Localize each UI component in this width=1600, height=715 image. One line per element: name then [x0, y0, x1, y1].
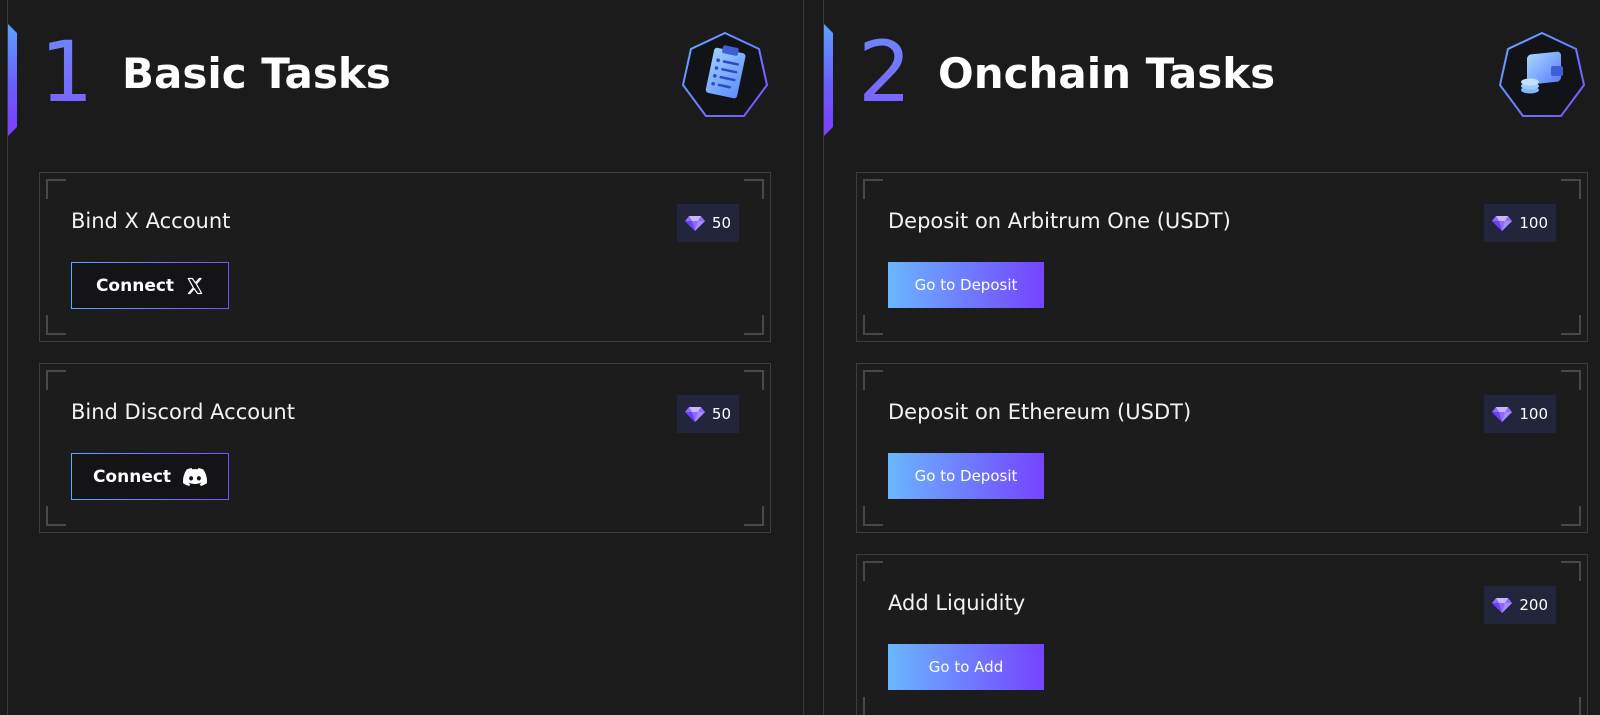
section-title: Basic Tasks	[122, 49, 391, 98]
section-number: 1	[40, 23, 94, 121]
left-edge-divider	[7, 0, 8, 715]
clipboard-checklist-icon	[681, 31, 769, 117]
go-to-deposit-ethereum-button[interactable]: Go to Deposit	[888, 453, 1044, 499]
diamond-gem-icon	[684, 407, 705, 422]
section-title: Onchain Tasks	[938, 49, 1276, 98]
connect-discord-button[interactable]: Connect	[71, 453, 229, 500]
card-corner	[863, 561, 883, 581]
section-number: 2	[858, 23, 912, 121]
task-card-bind-discord: Bind Discord Account 50 Connect	[39, 363, 771, 533]
card-corner	[46, 370, 66, 390]
card-corner	[744, 315, 764, 335]
card-corner	[1561, 506, 1581, 526]
reward-amount: 100	[1519, 405, 1548, 423]
diamond-gem-icon	[684, 216, 705, 231]
card-corner	[46, 506, 66, 526]
section-accent-bar	[824, 24, 833, 136]
card-corner	[46, 179, 66, 199]
card-corner	[863, 697, 883, 715]
reward-badge: 200	[1484, 586, 1556, 624]
card-corner	[1561, 370, 1581, 390]
connect-x-button[interactable]: Connect	[71, 262, 229, 309]
card-corner	[744, 506, 764, 526]
task-title: Bind X Account	[71, 209, 231, 233]
card-corner	[1561, 561, 1581, 581]
card-corner	[1561, 697, 1581, 715]
task-title: Deposit on Ethereum (USDT)	[888, 400, 1192, 424]
task-title: Deposit on Arbitrum One (USDT)	[888, 209, 1231, 233]
task-card-deposit-ethereum: Deposit on Ethereum (USDT) 100 Go to Dep…	[856, 363, 1588, 533]
card-corner	[863, 179, 883, 199]
discord-logo-icon	[183, 467, 208, 486]
card-corner	[863, 506, 883, 526]
column-divider-right	[823, 0, 824, 715]
wallet-coins-icon	[1498, 31, 1586, 117]
task-card-add-liquidity: Add Liquidity 200 Go to Add	[856, 554, 1588, 715]
card-corner	[863, 370, 883, 390]
reward-badge: 50	[676, 395, 739, 433]
task-card-bind-x: Bind X Account 50 Connect	[39, 172, 771, 342]
card-corner	[744, 179, 764, 199]
reward-amount: 50	[711, 214, 731, 232]
reward-badge: 100	[1484, 395, 1556, 433]
reward-amount: 100	[1519, 214, 1548, 232]
diamond-gem-icon	[1492, 598, 1513, 613]
connect-button-label: Connect	[92, 466, 172, 487]
section-accent-bar	[8, 24, 17, 136]
card-corner	[1561, 315, 1581, 335]
go-to-add-button[interactable]: Go to Add	[888, 644, 1044, 690]
reward-badge: 50	[676, 204, 739, 242]
diamond-gem-icon	[1492, 216, 1513, 231]
card-corner	[46, 315, 66, 335]
connect-button-label: Connect	[95, 275, 175, 296]
go-to-deposit-arbitrum-button[interactable]: Go to Deposit	[888, 262, 1044, 308]
x-logo-icon	[187, 277, 203, 294]
diamond-gem-icon	[1492, 407, 1513, 422]
reward-badge: 100	[1484, 204, 1556, 242]
column-divider	[803, 0, 804, 715]
card-corner	[744, 370, 764, 390]
reward-amount: 200	[1519, 596, 1548, 614]
task-card-deposit-arbitrum: Deposit on Arbitrum One (USDT) 100 Go to…	[856, 172, 1588, 342]
task-title: Bind Discord Account	[71, 400, 295, 424]
card-corner	[1561, 179, 1581, 199]
task-title: Add Liquidity	[888, 591, 1026, 615]
card-corner	[863, 315, 883, 335]
reward-amount: 50	[711, 405, 731, 423]
